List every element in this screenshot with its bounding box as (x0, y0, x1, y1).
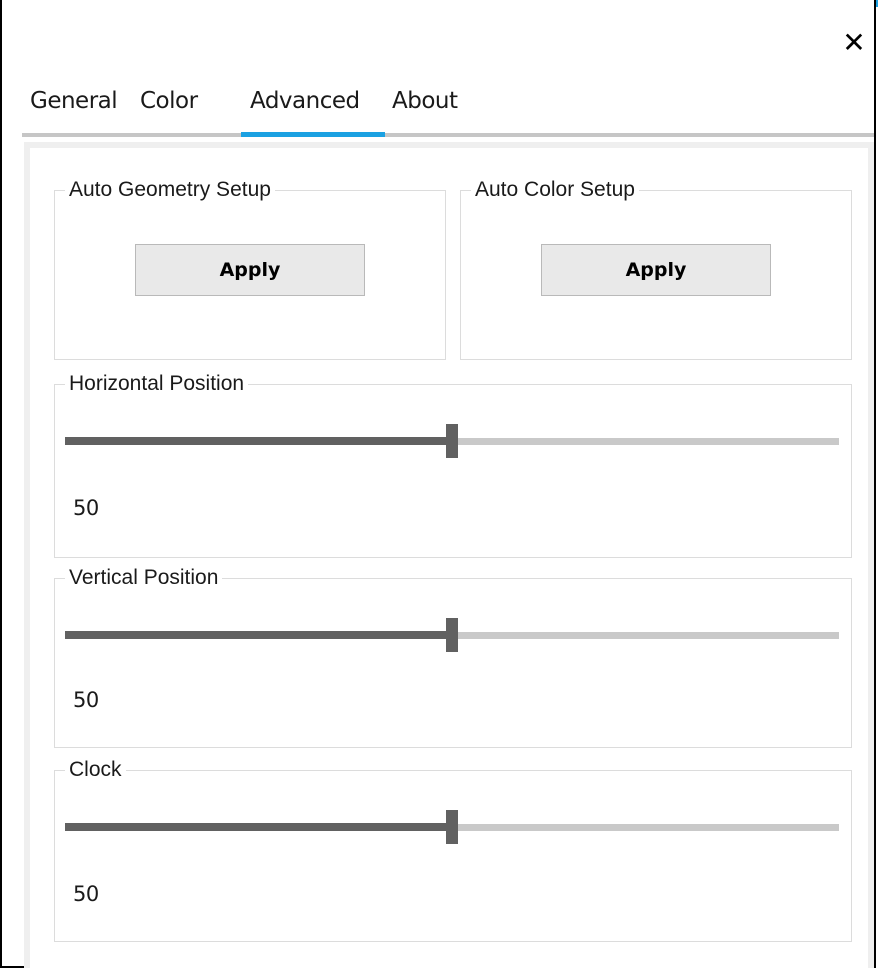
slider-thumb[interactable] (446, 810, 458, 844)
vertical-position-title: Vertical Position (69, 566, 219, 589)
tab-divider (22, 133, 874, 137)
vertical-position-group: Vertical Position 50 (54, 566, 852, 748)
auto-geometry-apply-button[interactable]: Apply (135, 244, 365, 296)
vertical-position-slider[interactable] (65, 618, 839, 652)
auto-color-title: Auto Color Setup (475, 178, 635, 201)
close-icon[interactable]: ✕ (840, 29, 868, 58)
slider-fill (65, 823, 452, 831)
horizontal-position-value: 50 (73, 496, 99, 520)
slider-fill (65, 437, 452, 445)
advanced-panel: Auto Geometry Setup Apply Auto Color Set… (24, 142, 874, 968)
auto-geometry-title: Auto Geometry Setup (69, 178, 271, 201)
clock-slider[interactable] (65, 810, 839, 844)
tab-color[interactable]: Color (140, 88, 198, 114)
settings-window: ✕ General Color Advanced About Auto Geom… (0, 0, 876, 968)
clock-group: Clock 50 (54, 758, 852, 942)
auto-color-group: Auto Color Setup Apply (460, 178, 852, 360)
tab-bar: General Color Advanced About (22, 78, 878, 138)
horizontal-position-title: Horizontal Position (69, 372, 245, 395)
auto-color-apply-button[interactable]: Apply (541, 244, 771, 296)
clock-title: Clock (69, 758, 122, 781)
active-tab-indicator (241, 132, 385, 137)
tab-advanced[interactable]: Advanced (250, 88, 360, 114)
tab-general[interactable]: General (30, 88, 118, 114)
horizontal-position-group: Horizontal Position 50 (54, 372, 852, 558)
slider-thumb[interactable] (446, 618, 458, 652)
clock-value: 50 (73, 882, 99, 906)
tab-about[interactable]: About (392, 88, 458, 114)
slider-fill (65, 631, 452, 639)
horizontal-position-slider[interactable] (65, 424, 839, 458)
auto-geometry-group: Auto Geometry Setup Apply (54, 178, 446, 360)
slider-thumb[interactable] (446, 424, 458, 458)
vertical-position-value: 50 (73, 688, 99, 712)
